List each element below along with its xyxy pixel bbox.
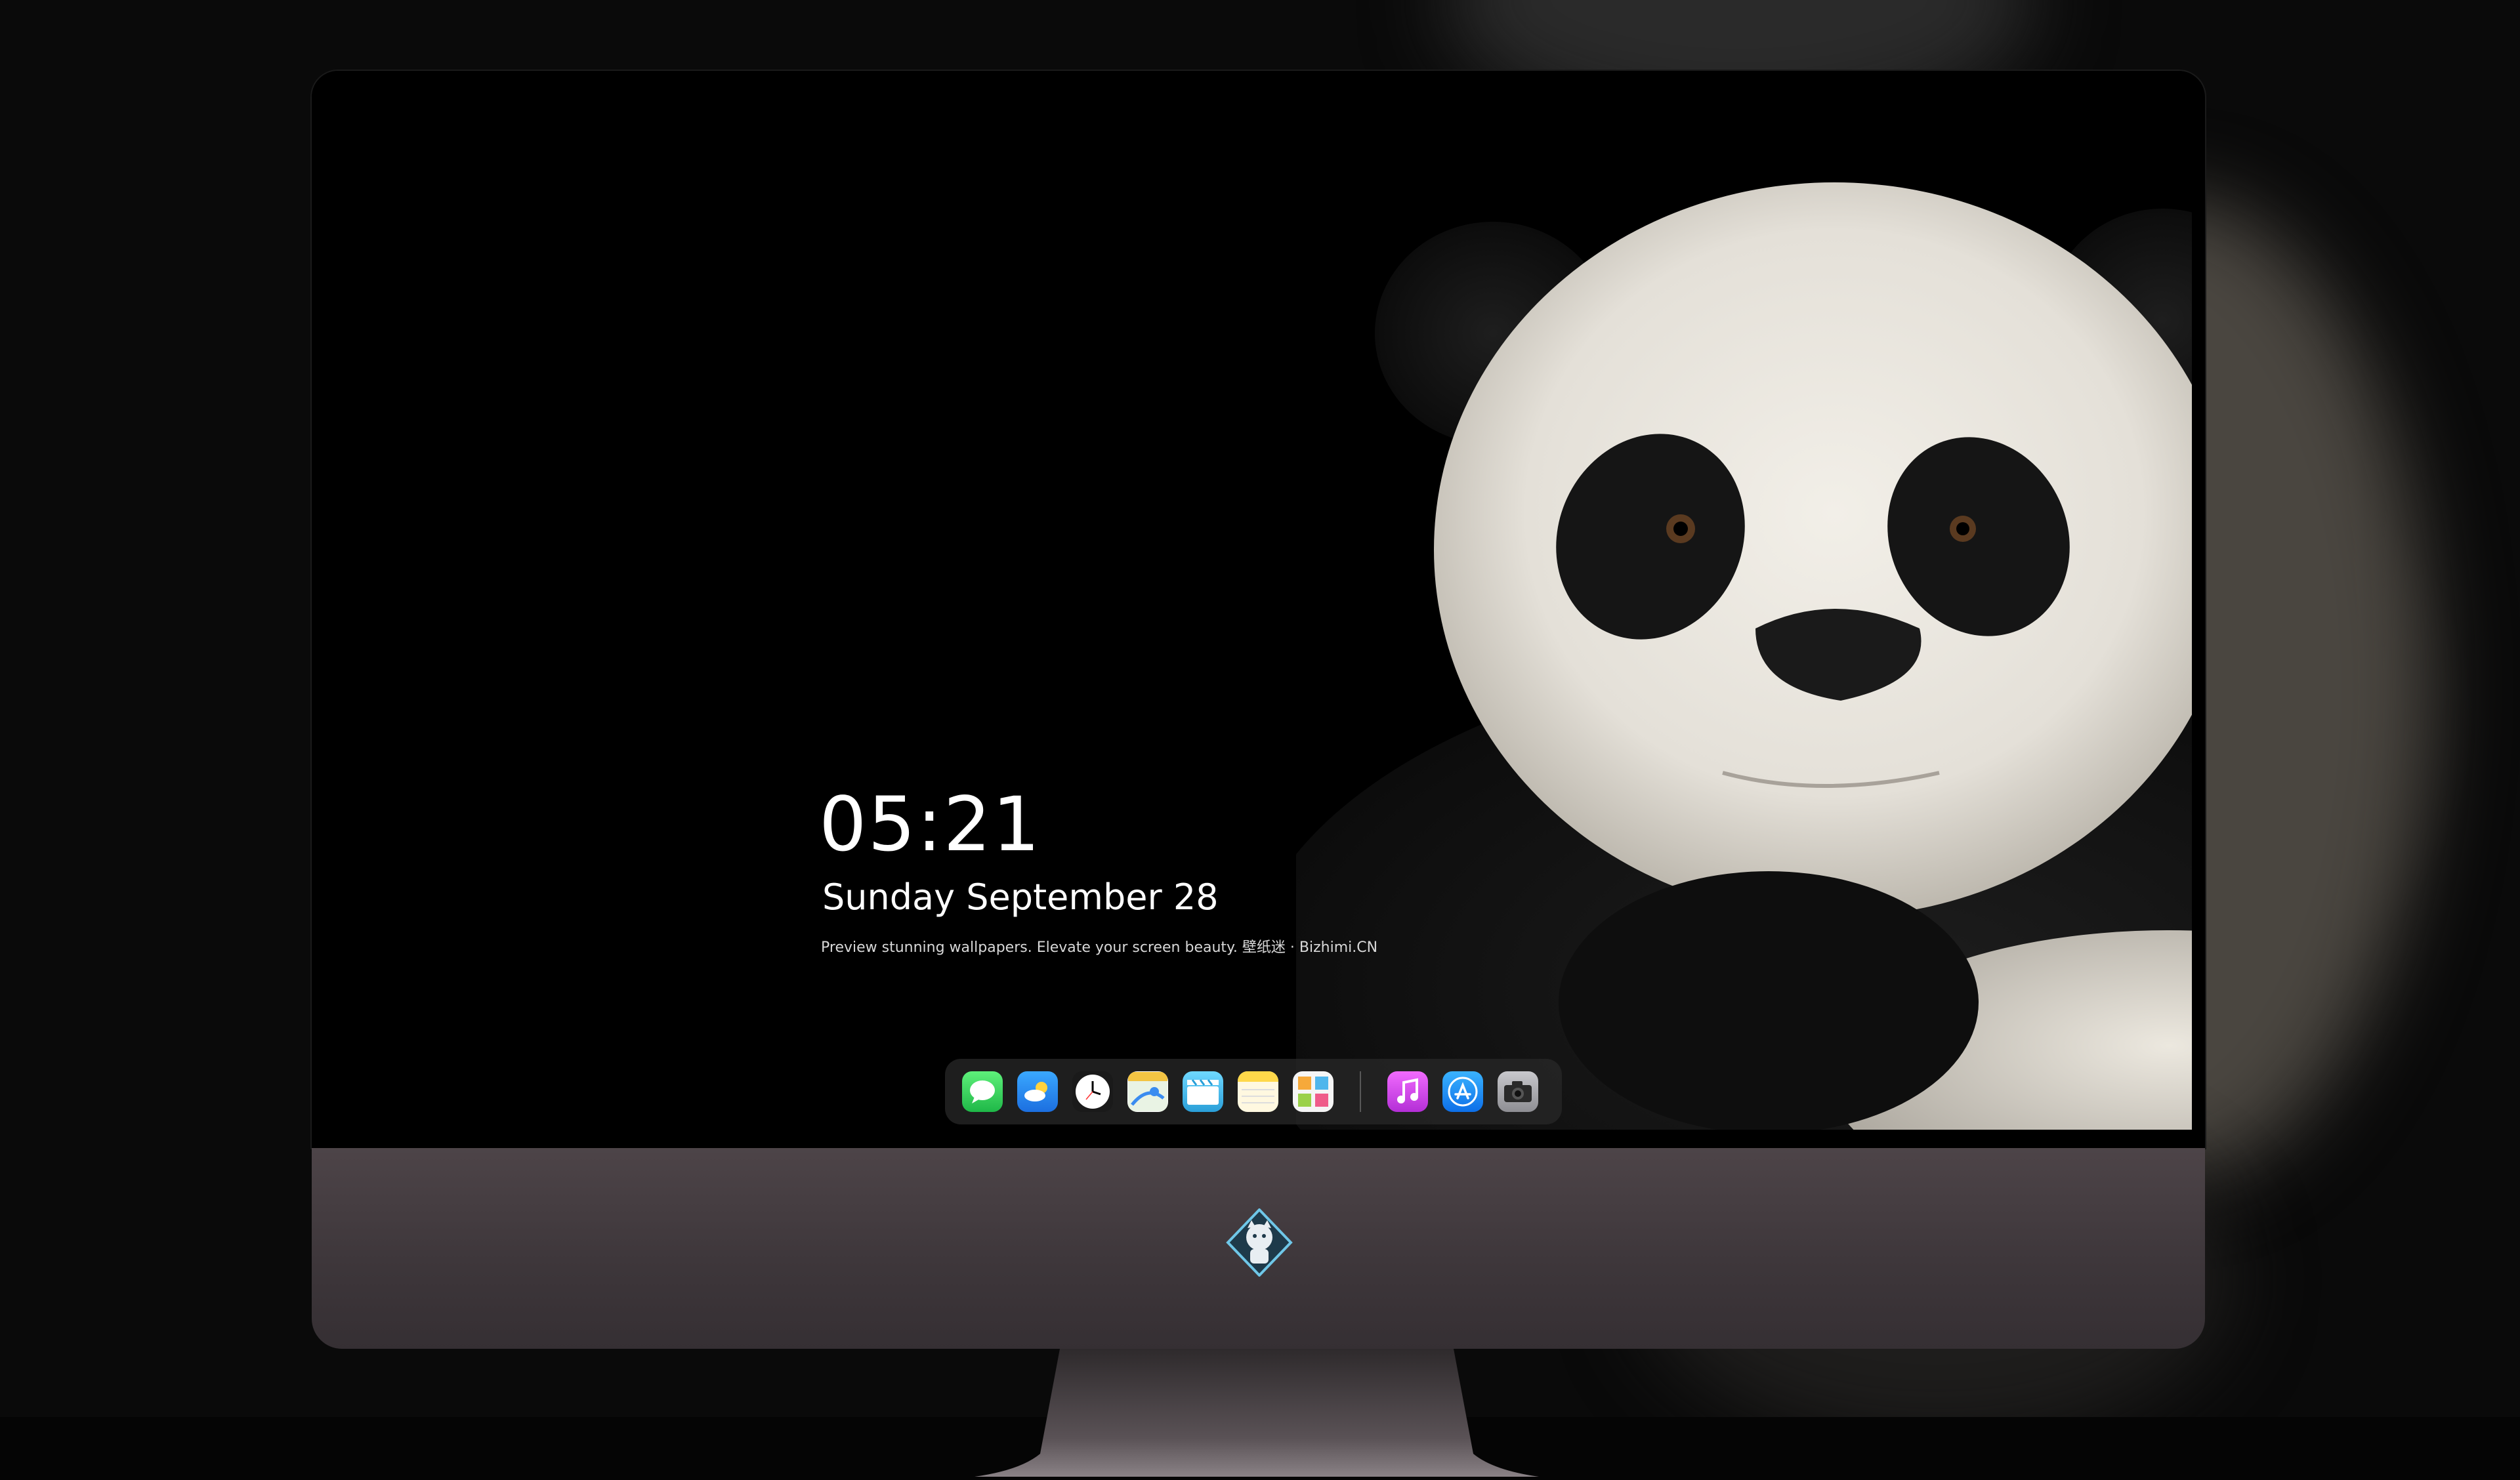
bizhimi-logo-icon bbox=[1226, 1208, 1293, 1277]
notes-icon[interactable] bbox=[1238, 1071, 1278, 1112]
lock-date: Sunday September 28 bbox=[822, 876, 1219, 918]
monitor-chin bbox=[312, 1148, 2205, 1349]
wallpaper-tagline: Preview stunning wallpapers. Elevate you… bbox=[821, 939, 1378, 956]
lock-clock: 05:21 bbox=[819, 781, 1041, 868]
maps-icon[interactable] bbox=[1127, 1071, 1168, 1112]
desktop-screen: 05:21 Sunday September 28 Preview stunni… bbox=[312, 71, 2192, 1130]
music-icon[interactable] bbox=[1387, 1071, 1428, 1112]
messages-icon[interactable] bbox=[962, 1071, 1003, 1112]
clips-icon[interactable] bbox=[1183, 1071, 1223, 1112]
clock-icon[interactable] bbox=[1072, 1071, 1113, 1112]
dock-separator bbox=[1360, 1071, 1361, 1112]
app-store-icon[interactable] bbox=[1442, 1071, 1483, 1112]
dock bbox=[945, 1059, 1562, 1124]
camera-icon[interactable] bbox=[1498, 1071, 1538, 1112]
screen-bezel: 05:21 Sunday September 28 Preview stunni… bbox=[312, 71, 2205, 1148]
panda-wallpaper bbox=[1296, 182, 2192, 1130]
monitor-stand bbox=[975, 1349, 1539, 1477]
weather-icon[interactable] bbox=[1017, 1071, 1058, 1112]
photos-icon[interactable] bbox=[1293, 1071, 1334, 1112]
